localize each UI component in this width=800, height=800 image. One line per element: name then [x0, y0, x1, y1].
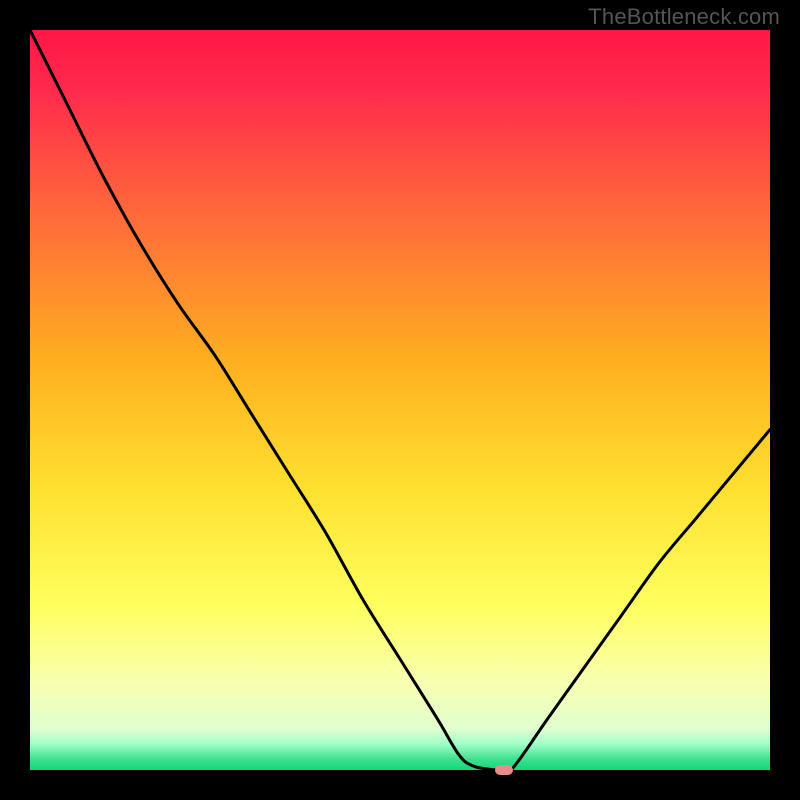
plot-area: [30, 30, 770, 770]
bottleneck-curve: [30, 30, 770, 770]
optimal-point-marker: [495, 765, 513, 775]
chart-container: TheBottleneck.com: [0, 0, 800, 800]
watermark-text: TheBottleneck.com: [588, 4, 780, 30]
